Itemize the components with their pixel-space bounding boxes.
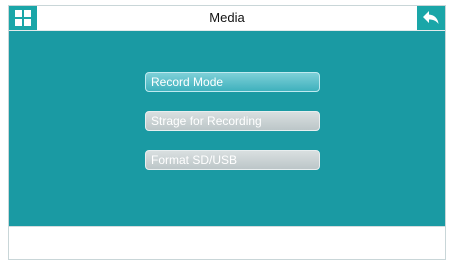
back-button[interactable] (417, 6, 445, 30)
home-menu-button[interactable] (9, 6, 37, 30)
record-mode-item[interactable]: Record Mode (145, 72, 320, 92)
grid-icon (15, 10, 31, 26)
title-bar: Media (9, 6, 445, 31)
media-window: Media Record Mode Strage for Recording F… (8, 5, 446, 260)
media-menu: Record Mode Strage for Recording Format … (145, 72, 320, 189)
screen: Media Record Mode Strage for Recording F… (0, 0, 454, 265)
format-sd-usb-item[interactable]: Format SD/USB (145, 150, 320, 170)
storage-for-recording-item[interactable]: Strage for Recording (145, 111, 320, 131)
back-arrow-icon (423, 11, 439, 24)
status-bar (9, 226, 445, 259)
page-title: Media (209, 10, 245, 25)
